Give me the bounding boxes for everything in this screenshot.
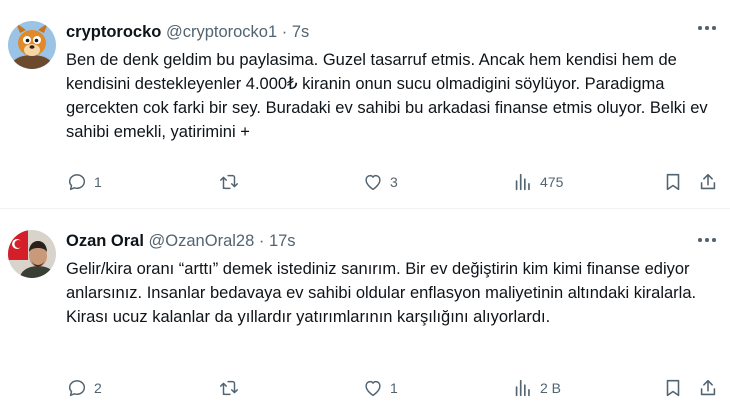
analytics-icon	[515, 379, 530, 397]
reply-count: 1	[94, 174, 102, 190]
retweet-button[interactable]	[218, 376, 246, 400]
like-count: 1	[390, 380, 398, 396]
share-icon	[700, 173, 716, 190]
tweet-text: Gelir/kira oranı “arttı” demek istediniz…	[66, 260, 697, 326]
analytics-icon	[515, 173, 530, 191]
heart-icon	[365, 380, 381, 397]
retweet-icon	[220, 380, 238, 396]
view-count: 475	[540, 174, 564, 190]
user-handle[interactable]: @cryptorocko1	[166, 23, 277, 41]
heart-icon	[365, 174, 381, 191]
divider	[0, 208, 730, 209]
like-count: 3	[390, 174, 398, 190]
retweet-icon	[220, 174, 238, 190]
reply-button[interactable]: 1	[66, 170, 102, 194]
timestamp[interactable]: 7s	[292, 23, 309, 41]
like-button[interactable]: 1	[362, 376, 398, 400]
views-button[interactable]: 2 B	[512, 376, 561, 400]
share-icon	[700, 379, 716, 396]
cartoon-character-avatar[interactable]	[8, 21, 56, 69]
view-count: 2 B	[540, 380, 562, 396]
share-button[interactable]	[697, 376, 719, 400]
bookmark-button[interactable]	[662, 170, 684, 194]
display-name[interactable]: cryptorocko	[66, 23, 161, 41]
bookmark-button[interactable]	[662, 376, 684, 400]
reply-icon	[68, 174, 86, 191]
action-bar: 2 1 2 B	[0, 376, 730, 400]
tweet-text: Ben de denk geldim bu paylasima. Guzel t…	[66, 51, 708, 141]
bookmark-icon	[666, 379, 680, 397]
retweet-button[interactable]	[218, 170, 246, 194]
separator-dot: ·	[281, 23, 288, 41]
tweet-header: cryptorocko @cryptorocko1 · 7s	[66, 23, 309, 42]
views-button[interactable]: 475	[512, 170, 563, 194]
like-button[interactable]: 3	[362, 170, 398, 194]
action-bar: 1 3 475	[0, 170, 730, 194]
more-options-icon[interactable]	[696, 24, 718, 32]
display-name[interactable]: Ozan Oral	[66, 232, 144, 250]
reply-button[interactable]: 2	[66, 376, 102, 400]
separator-dot: ·	[258, 232, 265, 250]
reply-count: 2	[94, 380, 102, 396]
tweet[interactable]: cryptorocko @cryptorocko1 · 7s Ben de de…	[0, 0, 730, 208]
profile-photo-avatar[interactable]	[8, 230, 56, 278]
tweet-header: Ozan Oral @OzanOral28 · 17s	[66, 232, 296, 251]
timestamp[interactable]: 17s	[269, 232, 296, 250]
reply-icon	[68, 380, 86, 397]
bookmark-icon	[666, 173, 680, 191]
tweet[interactable]: Ozan Oral @OzanOral28 · 17s Gelir/kira o…	[0, 210, 730, 420]
user-handle[interactable]: @OzanOral28	[149, 232, 255, 250]
more-options-icon[interactable]	[696, 236, 718, 244]
share-button[interactable]	[697, 170, 719, 194]
